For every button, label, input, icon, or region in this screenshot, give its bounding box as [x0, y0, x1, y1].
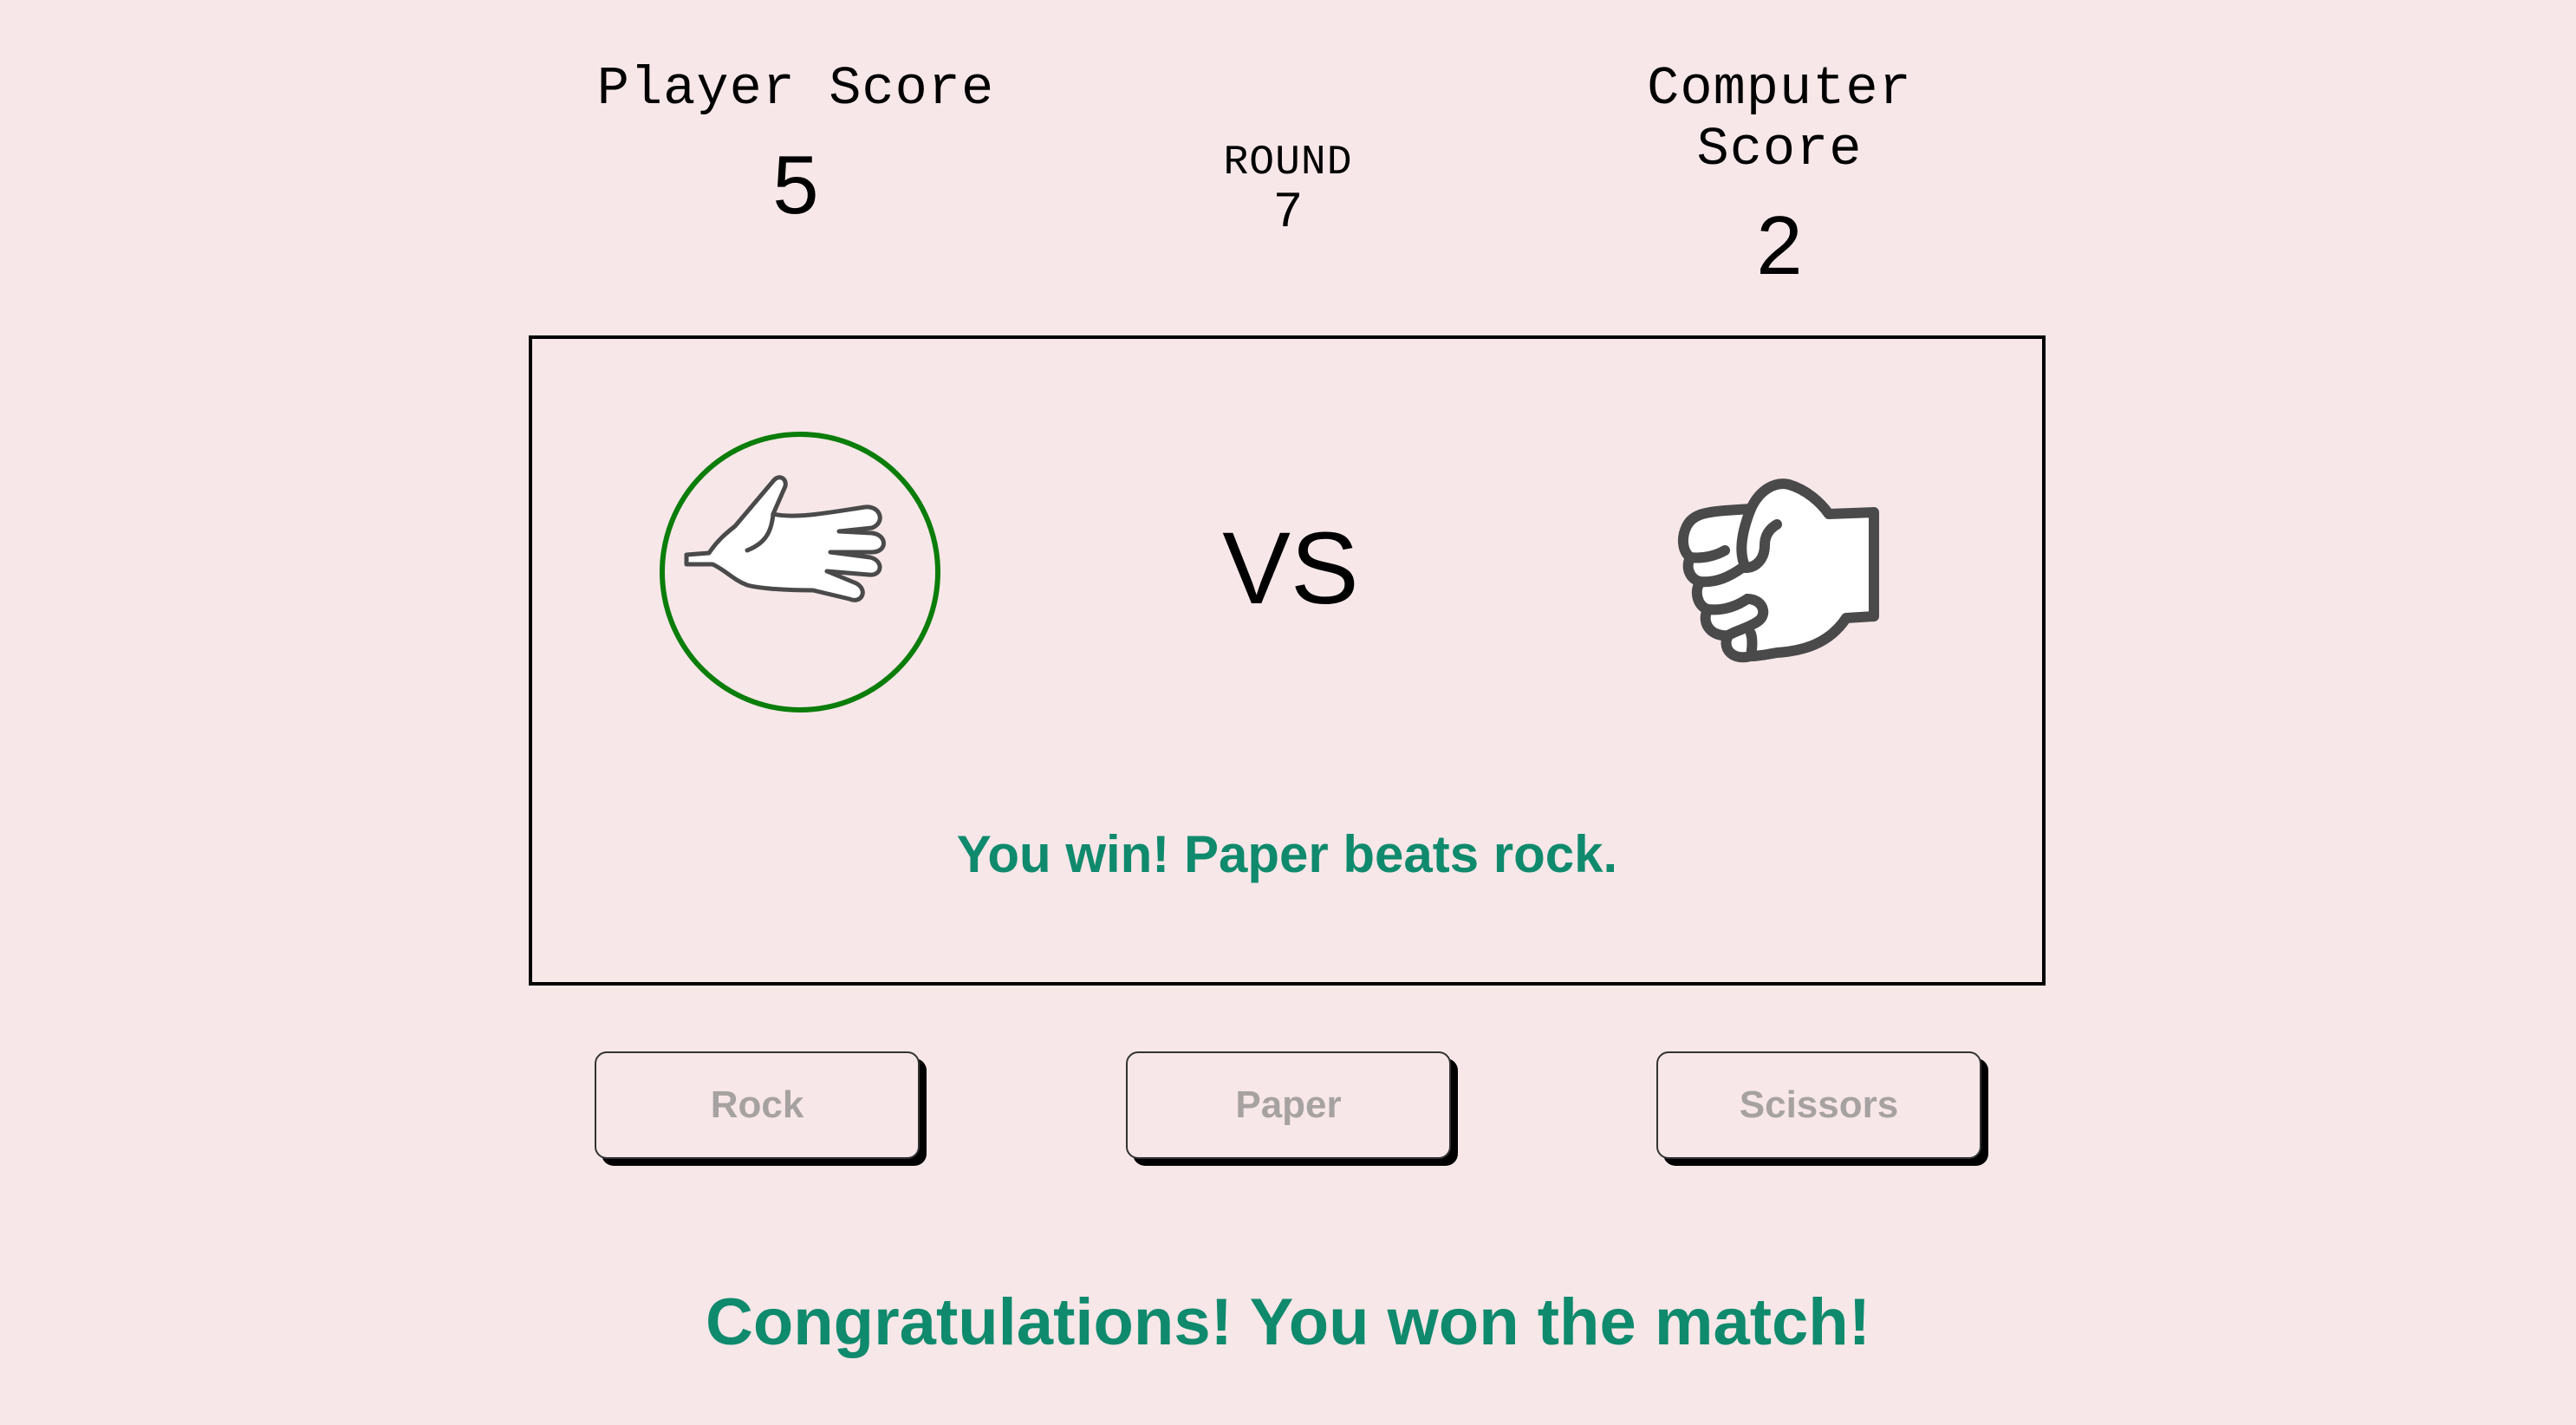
computer-score-value: 2 — [1756, 199, 1803, 292]
paper-button[interactable]: Paper — [1126, 1051, 1451, 1159]
computer-score-label: Computer Score — [1647, 58, 1912, 180]
player-score-value: 5 — [772, 139, 819, 231]
scissors-button[interactable]: Scissors — [1656, 1051, 1981, 1159]
match-result-message: Congratulations! You won the match! — [705, 1285, 1871, 1359]
round-indicator: ROUND 7 — [1158, 139, 1418, 241]
paper-hand-icon — [657, 429, 943, 715]
computer-score-panel: Computer Score 2 — [1554, 59, 2005, 290]
rock-button[interactable]: Rock — [595, 1051, 920, 1159]
round-result-text: You win! Paper beats rock. — [956, 825, 1618, 883]
battle-arena: VS You win! Paper beats rock. — [529, 335, 2046, 986]
versus-label: VS — [1222, 511, 1359, 626]
player-score-label: Player Score — [596, 58, 995, 120]
round-label: ROUND — [1223, 140, 1353, 186]
rock-fist-icon — [1647, 429, 1933, 715]
round-value: 7 — [1272, 185, 1304, 242]
player-score-panel: Player Score 5 — [570, 59, 1021, 229]
